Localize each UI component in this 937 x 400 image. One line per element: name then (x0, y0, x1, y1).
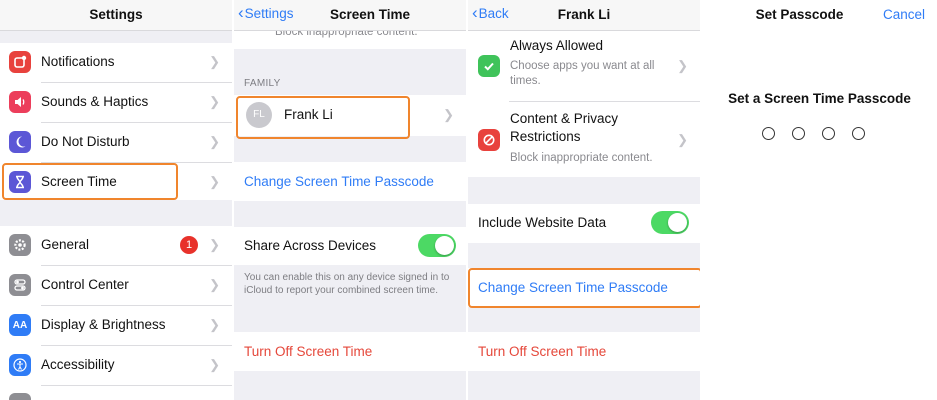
passcode-digit-dot (822, 127, 835, 140)
always-allowed-subtitle: Choose apps you want at all times. (510, 60, 655, 87)
content-privacy-title: Content & Privacy Restrictions (510, 111, 619, 144)
passcode-entry[interactable] (762, 127, 865, 140)
chevron-right-icon: ❯ (209, 237, 220, 252)
page-title: Settings (89, 7, 143, 22)
member-navbar: ‹ Back Frank Li (468, 0, 700, 31)
share-group: Share Across Devices (234, 227, 466, 265)
settings-group-1: Notifications ❯ Sounds & Haptics ❯ Do No… (0, 43, 232, 200)
page-title: Screen Time (329, 7, 411, 22)
divider (41, 385, 232, 386)
speaker-icon (9, 91, 31, 113)
share-footnote: You can enable this on any device signed… (244, 272, 450, 296)
family-section-header: FAMILY (244, 78, 281, 89)
avatar: FL (246, 102, 272, 128)
turn-off-screen-time-button[interactable]: Turn Off Screen Time (478, 344, 606, 359)
turn-off-screen-time-button[interactable]: Turn Off Screen Time (244, 344, 372, 359)
chevron-right-icon: ❯ (209, 357, 220, 372)
settings-item-label: Screen Time (41, 174, 117, 189)
page-title: Set Passcode (755, 7, 844, 22)
turn-off-group: Turn Off Screen Time (468, 332, 700, 371)
toggles-icon (9, 274, 31, 296)
include-web-group: Include Website Data (468, 204, 700, 243)
include-website-data-toggle[interactable] (651, 211, 689, 234)
member-name: Frank Li (284, 107, 333, 122)
chevron-right-icon: ❯ (677, 58, 688, 73)
settings-item-general[interactable]: General 1 ❯ (0, 226, 232, 265)
settings-item-sounds[interactable]: Sounds & Haptics ❯ (0, 83, 232, 122)
settings-item-label: Control Center (41, 277, 129, 292)
settings-navbar: Settings (0, 0, 232, 31)
screen-time-navbar: ‹ Settings Screen Time (234, 0, 466, 31)
checkmark-icon (478, 55, 500, 77)
chevron-right-icon: ❯ (209, 94, 220, 109)
chevron-right-icon: ❯ (443, 107, 454, 122)
settings-item-notifications[interactable]: Notifications ❯ (0, 43, 232, 82)
moon-icon (9, 131, 31, 153)
family-group: FL Frank Li ❯ (234, 95, 466, 136)
restriction-icon (478, 129, 500, 151)
cancel-button[interactable]: Cancel (883, 7, 925, 22)
chevron-left-icon: ‹ (238, 2, 244, 22)
settings-item-label: Sounds & Haptics (41, 94, 149, 109)
notification-badge: 1 (180, 236, 198, 254)
settings-item-label: Notifications (41, 54, 115, 69)
change-passcode-group: Change Screen Time Passcode (234, 162, 466, 201)
gear-icon (9, 234, 31, 256)
share-across-devices-label: Share Across Devices (244, 238, 377, 253)
include-website-data-label: Include Website Data (478, 215, 607, 230)
notifications-icon (9, 51, 31, 73)
always-allowed-title: Always Allowed (510, 38, 604, 53)
chevron-right-icon: ❯ (209, 317, 220, 332)
settings-item-do-not-disturb[interactable]: Do Not Disturb ❯ (0, 123, 232, 162)
share-across-devices-toggle[interactable] (418, 234, 456, 257)
chevron-right-icon: ❯ (209, 134, 220, 149)
settings-item-label: Display & Brightness (41, 317, 166, 332)
settings-item-accessibility[interactable]: Accessibility ❯ (0, 346, 232, 385)
family-member-row[interactable]: FL Frank Li ❯ (234, 96, 466, 135)
page-title: Frank Li (557, 7, 611, 22)
screenshot-stage: Settings Notifications ❯ Sounds & Haptic… (0, 0, 937, 400)
toggle-knob (435, 236, 454, 255)
change-passcode-button[interactable]: Change Screen Time Passcode (478, 280, 668, 295)
member-options-group: Always Allowed Choose apps you want at a… (468, 31, 700, 177)
passcode-prompt: Set a Screen Time Passcode (728, 91, 911, 106)
cut-off-subtitle: Block inappropriate content. (275, 31, 418, 38)
passcode-navbar: Set Passcode Cancel (702, 0, 937, 30)
text-size-icon: AA (9, 314, 31, 336)
chevron-right-icon: ❯ (209, 54, 220, 69)
set-passcode-panel: Set Passcode Cancel Set a Screen Time Pa… (702, 0, 937, 400)
always-allowed-row[interactable]: Always Allowed Choose apps you want at a… (468, 31, 700, 101)
turn-off-group: Turn Off Screen Time (234, 332, 466, 371)
chevron-right-icon: ❯ (209, 174, 220, 189)
member-panel: ‹ Back Frank Li Always Allowed Choose ap… (468, 0, 700, 400)
settings-item-screen-time[interactable]: Screen Time ❯ (0, 163, 232, 202)
toggle-knob (668, 213, 687, 232)
settings-item-control-center[interactable]: Control Center ❯ (0, 266, 232, 305)
accessibility-icon (9, 354, 31, 376)
settings-group-2: General 1 ❯ Control Center ❯ AA Display … (0, 226, 232, 400)
settings-panel: Settings Notifications ❯ Sounds & Haptic… (0, 0, 232, 400)
content-privacy-row[interactable]: Content & Privacy Restrictions Block ina… (468, 102, 700, 177)
chevron-right-icon: ❯ (677, 132, 688, 147)
screen-time-panel: ‹ Settings Screen Time Block inappropria… (234, 0, 466, 400)
settings-item-label: General (41, 237, 90, 252)
settings-item-label: Do Not Disturb (41, 134, 130, 149)
passcode-digit-dot (762, 127, 775, 140)
settings-item-label: Accessibility (41, 357, 115, 372)
partial-row-icon (9, 393, 31, 400)
change-passcode-button[interactable]: Change Screen Time Passcode (244, 174, 434, 189)
hourglass-icon (9, 171, 31, 193)
passcode-digit-dot (792, 127, 805, 140)
content-privacy-subtitle: Block inappropriate content. (510, 152, 653, 164)
chevron-right-icon: ❯ (209, 277, 220, 292)
content-restrictions-cut: Block inappropriate content. (234, 31, 466, 49)
change-passcode-group: Change Screen Time Passcode (468, 268, 700, 307)
settings-item-display-brightness[interactable]: AA Display & Brightness ❯ (0, 306, 232, 345)
passcode-digit-dot (852, 127, 865, 140)
